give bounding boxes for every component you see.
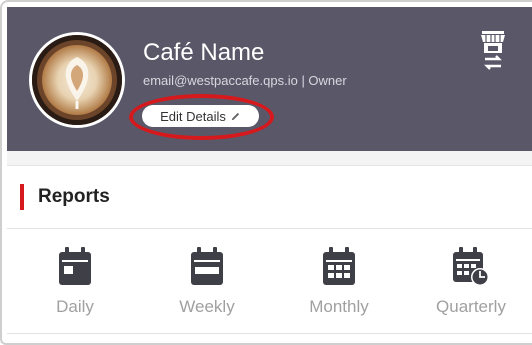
switch-store-icon[interactable] <box>479 29 507 73</box>
cafe-name: Café Name <box>143 39 265 66</box>
report-label-quarterly: Quarterly <box>436 297 506 316</box>
cafe-email-role: email@westpaccafe.qps.io | Owner <box>143 73 347 88</box>
pencil-icon <box>231 112 240 120</box>
calendar-week-icon <box>191 247 223 285</box>
reports-accent-bar <box>20 184 24 210</box>
report-item-monthly[interactable]: Monthly <box>279 245 399 325</box>
edit-details-button[interactable]: Edit Details <box>142 105 259 127</box>
avatar <box>29 32 125 128</box>
report-label-monthly: Monthly <box>309 297 369 316</box>
report-item-quarterly[interactable]: Quarterly <box>411 245 531 325</box>
calendar-month-icon <box>323 247 355 285</box>
report-label-daily: Daily <box>56 297 94 316</box>
profile-header: Café Name email@westpaccafe.qps.io | Own… <box>7 7 532 151</box>
calendar-day-icon <box>59 247 91 285</box>
report-items: Daily Weekly Monthly Quarterly <box>7 229 532 334</box>
edit-details-label: Edit Details <box>160 108 226 124</box>
report-item-weekly[interactable]: Weekly <box>147 245 267 325</box>
report-label-weekly: Weekly <box>179 297 235 316</box>
reports-title: Reports <box>38 186 110 207</box>
calendar-quarter-icon <box>453 247 489 286</box>
header-divider-strip <box>7 151 532 166</box>
report-item-daily[interactable]: Daily <box>15 245 135 325</box>
